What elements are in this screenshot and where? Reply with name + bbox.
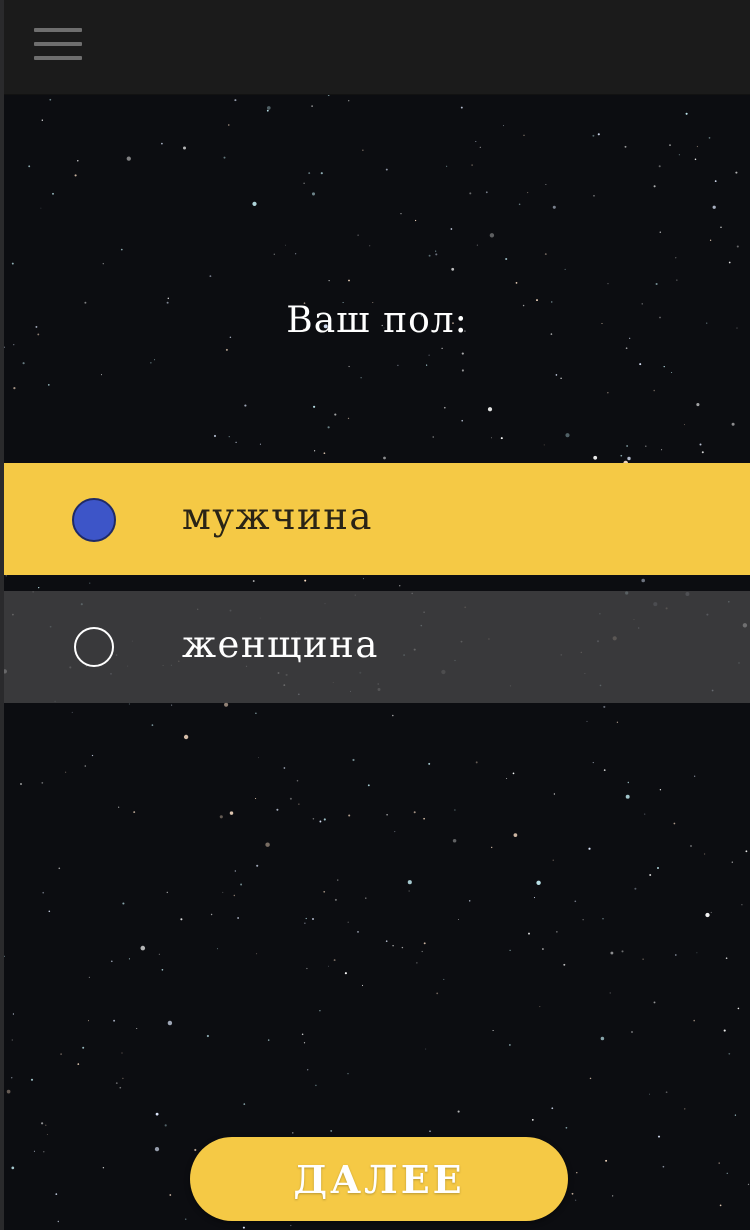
top-bar	[4, 0, 750, 95]
option-male[interactable]: мужчина	[4, 463, 750, 575]
radio-unselected-icon[interactable]	[74, 627, 114, 667]
option-female[interactable]: женщина	[4, 591, 750, 703]
question-title: Ваш пол:	[286, 300, 468, 341]
option-label: женщина	[182, 623, 379, 666]
next-button[interactable]: ДАЛЕЕ	[190, 1137, 568, 1221]
app-screen: Ваш пол: мужчина женщина ДАЛЕЕ	[0, 0, 750, 1230]
hamburger-menu-icon[interactable]	[30, 24, 84, 64]
option-label: мужчина	[182, 495, 373, 538]
radio-selected-icon[interactable]	[72, 498, 116, 542]
